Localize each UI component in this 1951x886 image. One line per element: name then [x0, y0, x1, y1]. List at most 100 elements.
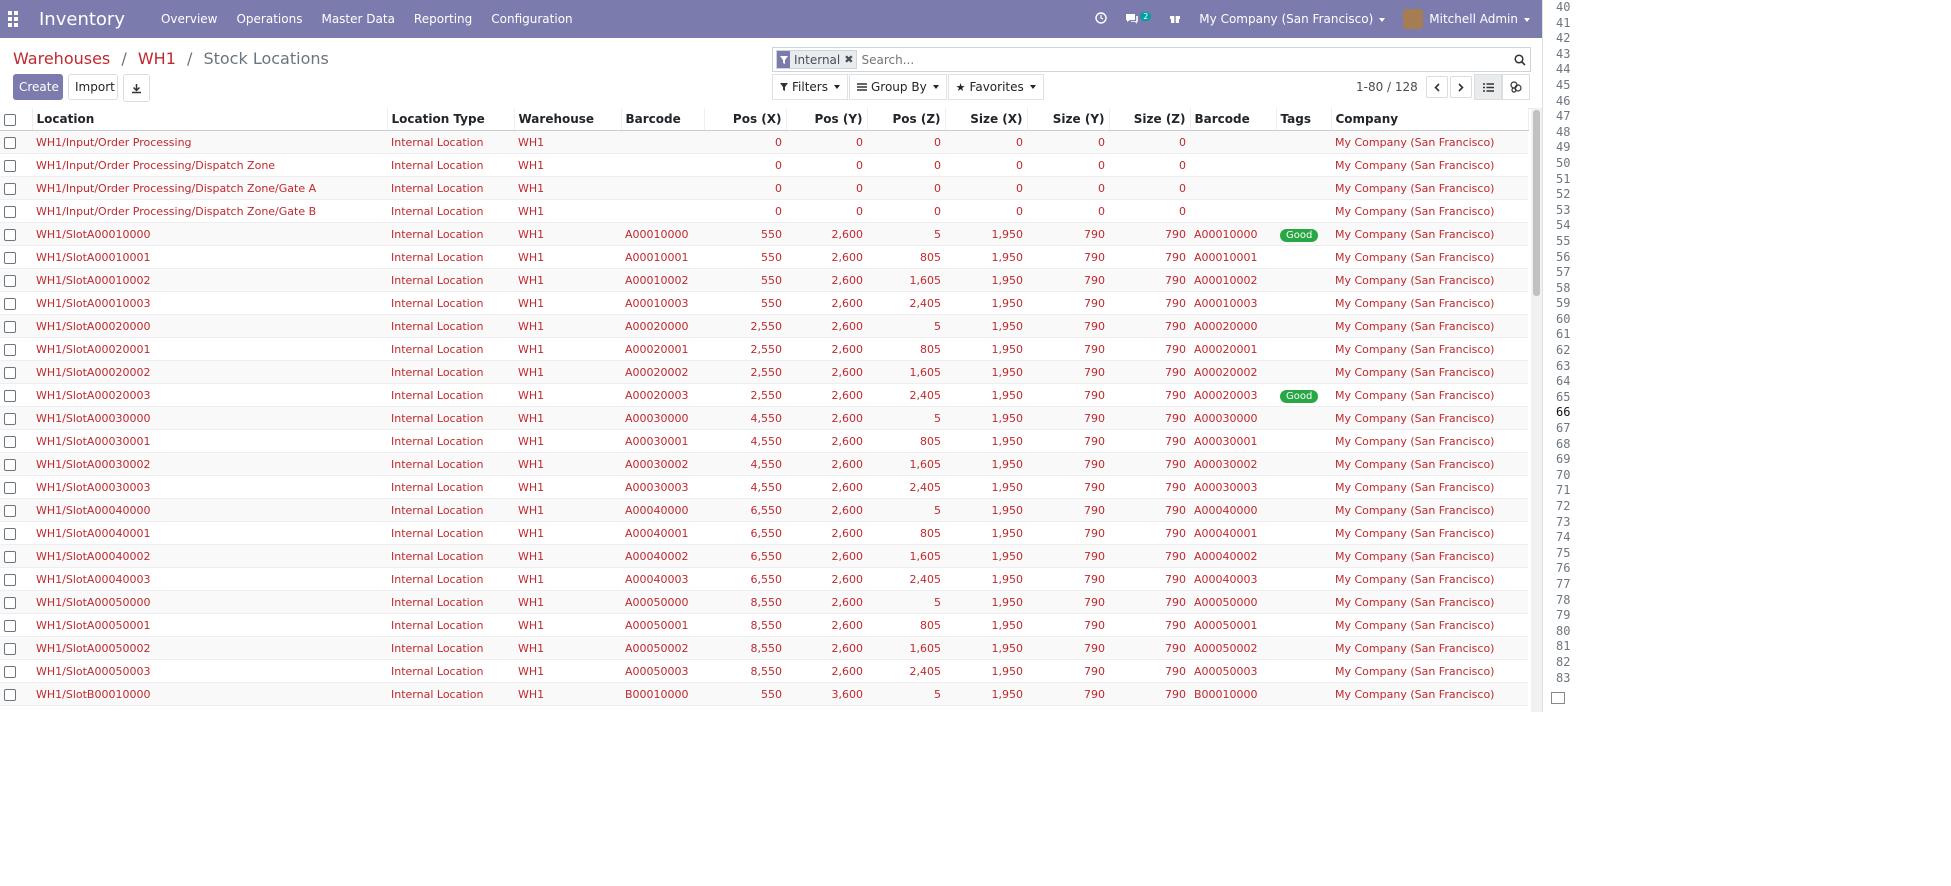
table-row[interactable]: WH1/SlotA00030001 Internal Location WH1 A00…: [0, 429, 1528, 453]
line-number: 68: [1556, 436, 1571, 451]
column-header[interactable]: Location Type: [387, 108, 515, 131]
column-header[interactable]: Barcode: [1190, 108, 1277, 131]
download-button[interactable]: [123, 74, 150, 102]
column-header[interactable]: Size (X): [945, 108, 1028, 131]
table-row[interactable]: WH1/SlotA00040002 Internal Location WH1 A00…: [0, 544, 1528, 568]
column-header[interactable]: Size (Y): [1027, 108, 1110, 131]
row-checkbox[interactable]: [0, 153, 32, 177]
column-header[interactable]: Warehouse: [514, 108, 622, 131]
column-header[interactable]: Pos (Z): [867, 108, 946, 131]
row-checkbox[interactable]: [0, 176, 32, 200]
search-input[interactable]: [857, 51, 1510, 68]
list-view-icon[interactable]: [1474, 74, 1502, 100]
column-header[interactable]: Company: [1331, 108, 1529, 131]
row-checkbox[interactable]: [0, 613, 32, 637]
scrollbar-thumb[interactable]: [1533, 110, 1540, 296]
menu-operations[interactable]: Operations: [236, 12, 302, 26]
filters-dropdown[interactable]: Filters: [772, 74, 848, 100]
menu-master-data[interactable]: Master Data: [321, 12, 394, 26]
table-row[interactable]: WH1/SlotA00030002 Internal Location WH1 A00…: [0, 452, 1528, 476]
search-icon[interactable]: [1510, 53, 1530, 66]
table-row[interactable]: WH1/SlotA00050003 Internal Location WH1 A00…: [0, 659, 1528, 683]
table-row[interactable]: WH1/SlotA00030003 Internal Location WH1 A00…: [0, 475, 1528, 499]
table-row[interactable]: WH1/SlotA00040001 Internal Location WH1 A00…: [0, 521, 1528, 545]
map-view-icon[interactable]: [1502, 74, 1530, 100]
table-row[interactable]: WH1/SlotA00020000 Internal Location WH1 A00…: [0, 314, 1528, 338]
table-row[interactable]: WH1/SlotA00030000 Internal Location WH1 A00…: [0, 406, 1528, 430]
breadcrumb-warehouses[interactable]: Warehouses: [13, 49, 110, 68]
user-menu[interactable]: Mitchell Admin: [1403, 9, 1530, 29]
row-checkbox[interactable]: [0, 383, 32, 407]
column-header[interactable]: Pos (X): [704, 108, 787, 131]
row-checkbox[interactable]: [0, 314, 32, 338]
row-checkbox[interactable]: [0, 268, 32, 292]
table-row[interactable]: WH1/Input/Order Processing/Dispatch Zone…: [0, 199, 1528, 223]
import-button[interactable]: Import: [68, 74, 118, 100]
pager-next-icon[interactable]: [1449, 76, 1472, 98]
table-row[interactable]: WH1/SlotA00010002 Internal Location WH1 A00…: [0, 268, 1528, 292]
row-checkbox[interactable]: [0, 245, 32, 269]
table-row[interactable]: WH1/SlotA00010001 Internal Location WH1 A00…: [0, 245, 1528, 269]
table-row[interactable]: WH1/SlotA00020003 Internal Location WH1 A00…: [0, 383, 1528, 407]
row-checkbox[interactable]: [0, 682, 32, 706]
column-header[interactable]: Tags: [1276, 108, 1332, 131]
pager-previous-icon[interactable]: [1425, 76, 1448, 98]
pager-value[interactable]: 1-80 / 128: [1356, 80, 1418, 94]
apps-menu-icon[interactable]: [0, 0, 26, 38]
table-row[interactable]: WH1/Input/Order Processing/Dispatch Zone…: [0, 176, 1528, 200]
row-checkbox[interactable]: [0, 406, 32, 430]
list-scrollbar[interactable]: [1531, 108, 1542, 712]
table-row[interactable]: WH1/SlotB00010001Internal LocationWH1B00…: [0, 705, 1528, 712]
row-checkbox[interactable]: [0, 475, 32, 499]
gift-icon[interactable]: [1169, 12, 1181, 27]
row-checkbox[interactable]: [0, 544, 32, 568]
row-checkbox[interactable]: [0, 291, 32, 315]
panel-toggle-icon[interactable]: [1551, 692, 1565, 704]
table-row[interactable]: WH1/SlotA00050000 Internal Location WH1 A00…: [0, 590, 1528, 614]
row-checkbox[interactable]: [0, 705, 32, 712]
select-all-checkbox[interactable]: [0, 108, 33, 131]
table-row[interactable]: WH1/SlotA00050002 Internal Location WH1 A00…: [0, 636, 1528, 660]
row-checkbox[interactable]: [0, 337, 32, 361]
column-header[interactable]: Size (Z): [1109, 108, 1191, 131]
table-row[interactable]: WH1/SlotA00020002 Internal Location WH1 A00…: [0, 360, 1528, 384]
app-brand[interactable]: Inventory: [39, 9, 125, 30]
row-checkbox[interactable]: [0, 498, 32, 522]
row-checkbox[interactable]: [0, 199, 32, 223]
table-row[interactable]: WH1/SlotB00010000 Internal Location WH1 B00…: [0, 682, 1528, 706]
row-checkbox[interactable]: [0, 636, 32, 660]
activity-clock-icon[interactable]: [1095, 11, 1108, 27]
table-row[interactable]: WH1/SlotA00040003 Internal Location WH1 A00…: [0, 567, 1528, 591]
table-row[interactable]: WH1/SlotA00010000 Internal Location WH1 A00…: [0, 222, 1528, 246]
table-row[interactable]: WH1/SlotA00010003 Internal Location WH1 A00…: [0, 291, 1528, 315]
row-checkbox[interactable]: [0, 567, 32, 591]
row-checkbox[interactable]: [0, 360, 32, 384]
breadcrumb-wh1[interactable]: WH1: [138, 49, 176, 68]
row-checkbox[interactable]: [0, 590, 32, 614]
create-button[interactable]: Create: [13, 74, 63, 100]
row-checkbox[interactable]: [0, 429, 32, 453]
table-row[interactable]: WH1/SlotA00050001 Internal Location WH1 A00…: [0, 613, 1528, 637]
company-switcher[interactable]: My Company (San Francisco): [1199, 12, 1385, 26]
column-header[interactable]: Barcode: [621, 108, 705, 131]
row-checkbox[interactable]: [0, 222, 32, 246]
table-row[interactable]: WH1/Input/Order Processing Internal Locat…: [0, 130, 1528, 154]
column-header[interactable]: Pos (Y): [786, 108, 868, 131]
table-row[interactable]: WH1/Input/Order Processing/Dispatch Zone…: [0, 153, 1528, 177]
row-checkbox[interactable]: [0, 521, 32, 545]
table-cell: [1276, 567, 1331, 591]
menu-reporting[interactable]: Reporting: [414, 12, 472, 26]
row-checkbox[interactable]: [0, 452, 32, 476]
menu-configuration[interactable]: Configuration: [491, 12, 572, 26]
table-row[interactable]: WH1/SlotA00040000 Internal Location WH1 A00…: [0, 498, 1528, 522]
menu-overview[interactable]: Overview: [161, 12, 218, 26]
messages-chat-icon[interactable]: 2: [1125, 11, 1152, 27]
table-cell: WH1/SlotA00020000: [32, 314, 387, 338]
facet-remove-icon[interactable]: ✖: [844, 53, 856, 66]
favorites-dropdown[interactable]: ★ Favorites: [947, 74, 1044, 100]
row-checkbox[interactable]: [0, 130, 32, 154]
groupby-dropdown[interactable]: Group By: [848, 74, 947, 100]
column-header[interactable]: Location: [32, 108, 388, 131]
row-checkbox[interactable]: [0, 659, 32, 683]
table-row[interactable]: WH1/SlotA00020001 Internal Location WH1 A00…: [0, 337, 1528, 361]
